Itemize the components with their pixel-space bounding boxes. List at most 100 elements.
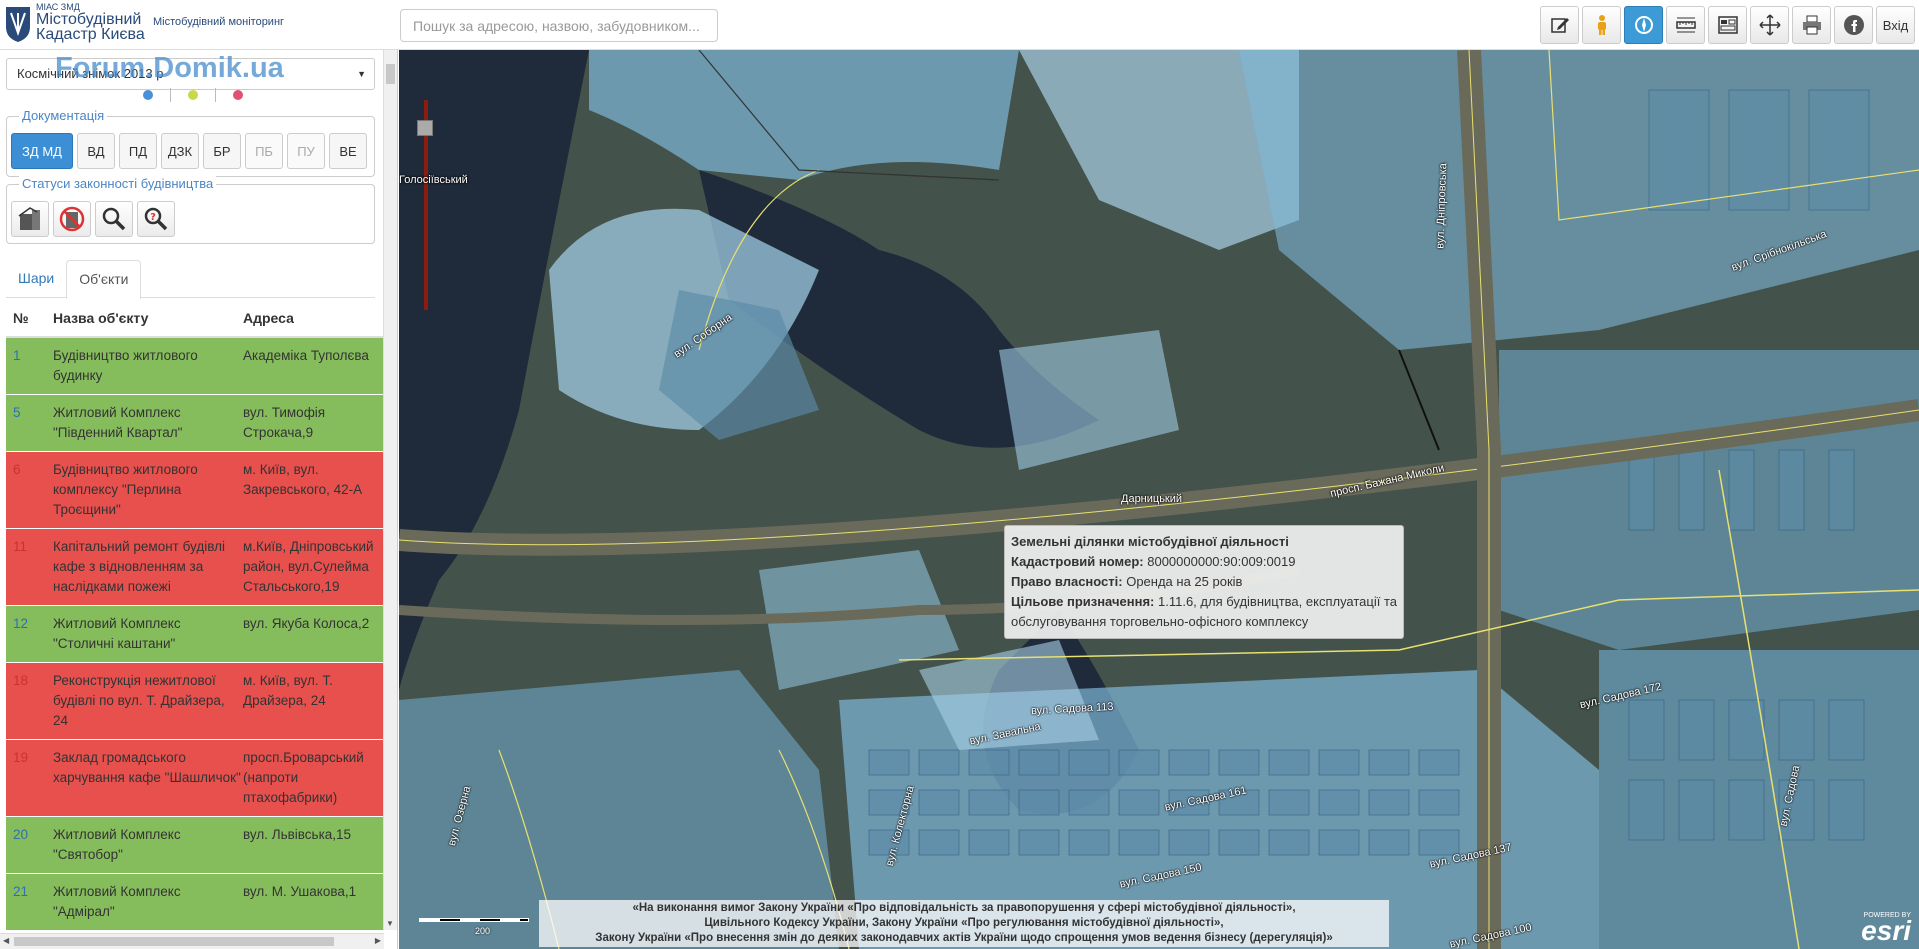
- scrollbar-thumb[interactable]: [386, 64, 395, 84]
- doc-button-pd[interactable]: ПД: [119, 133, 157, 169]
- doc-button-ve[interactable]: ВЕ: [329, 133, 367, 169]
- unknown-status-icon: ?: [144, 207, 168, 231]
- login-button[interactable]: Вхід: [1876, 6, 1915, 44]
- scale-bar-label: 200: [475, 926, 491, 936]
- row-name: Капітальний ремонт будівлі кафе з віднов…: [53, 539, 225, 594]
- row-num: 11: [13, 539, 28, 554]
- scroll-left-arrow-icon[interactable]: ◀: [3, 936, 9, 945]
- legal-notice-line: Закону України «Про внесення змін до дея…: [595, 932, 1333, 944]
- legality-status-group: Статуси законності будівництва ?: [6, 176, 375, 244]
- print-button[interactable]: [1792, 6, 1831, 44]
- ownership-label: Право власності:: [1011, 574, 1123, 589]
- measure-ruler-icon: [1675, 17, 1696, 33]
- purpose-label: Цільове призначення:: [1011, 594, 1155, 609]
- objects-table: № Назва об'єкту Адреса 1 Будівництво жит…: [6, 300, 384, 931]
- logo[interactable]: МІАС ЗМД Містобудівний Кадастр Києва: [4, 3, 145, 43]
- tab-objects[interactable]: Об'єкти: [66, 260, 142, 299]
- table-row[interactable]: 19 Заклад громадського харчування кафе "…: [6, 740, 384, 817]
- row-address: м.Київ, Дніпровський район, вул.Сулейма …: [243, 539, 374, 594]
- table-row[interactable]: 20 Житловий Комплекс "Святобор" вул. Льв…: [6, 817, 384, 874]
- table-row[interactable]: 5 Житловий Комплекс "Південний Квартал" …: [6, 395, 384, 452]
- navigate-button[interactable]: [1624, 6, 1663, 44]
- scroll-down-arrow-icon[interactable]: ▼: [386, 919, 394, 928]
- doc-button-br[interactable]: БР: [203, 133, 241, 169]
- row-address: Академіка Туполєва: [243, 348, 369, 363]
- table-row[interactable]: 12 Житловий Комплекс "Столичні каштани" …: [6, 606, 384, 663]
- doc-button-pb[interactable]: ПБ: [245, 133, 283, 169]
- district-label-holosiivskyi: Голосіївський: [399, 174, 468, 186]
- legality-status-legend: Статуси законності будівництва: [19, 176, 217, 191]
- scrollbar-thumb[interactable]: [14, 937, 334, 946]
- legal-notice-line: Цивільного Кодексу України, Закону Украї…: [704, 917, 1224, 929]
- row-address: вул. Львівська,15: [243, 827, 352, 842]
- zoom-slider-handle[interactable]: [417, 120, 433, 136]
- scroll-right-arrow-icon[interactable]: ▶: [375, 936, 381, 945]
- legal-building-icon: [18, 207, 40, 230]
- header-address: Адреса: [243, 310, 294, 326]
- row-address: м. Київ, вул. Т. Драйзера, 24: [243, 673, 333, 708]
- edit-button[interactable]: [1540, 6, 1579, 44]
- row-name: Житловий Комплекс "Столичні каштани": [53, 616, 181, 651]
- table-row[interactable]: 18 Реконструкція нежитлової будівлі по в…: [6, 663, 384, 740]
- cadastral-label: Кадастровий номер:: [1011, 554, 1144, 569]
- illegal-building-icon: [59, 206, 85, 232]
- compare-layers-button[interactable]: [1708, 6, 1747, 44]
- table-row[interactable]: 6 Будівництво житлового комплексу "Перли…: [6, 452, 384, 529]
- legal-notice-line: «На виконання вимог Закону України «Про …: [632, 902, 1296, 914]
- doc-button-pu[interactable]: ПУ: [287, 133, 325, 169]
- documentation-group: Документація ЗД МД ВД ПД ДЗК БР ПБ ПУ ВЕ: [6, 108, 375, 177]
- street-view-person-icon: [1597, 15, 1606, 35]
- row-address: просп.Броварський (напроти птахофабрики): [243, 750, 364, 805]
- cadastral-value: 8000000000:90:009:0019: [1147, 554, 1296, 569]
- doc-button-zd-md[interactable]: ЗД МД: [11, 133, 73, 169]
- legal-notice: «На виконання вимог Закону України «Про …: [539, 900, 1389, 947]
- logo-title-line2: Кадастр Києва: [36, 26, 145, 43]
- status-legal-button[interactable]: [11, 201, 49, 237]
- row-name: Будівництво житлового будинку: [53, 348, 198, 383]
- row-name: Реконструкція нежитлової будівлі по вул.…: [53, 673, 225, 728]
- status-unknown-button[interactable]: ?: [137, 201, 175, 237]
- row-num: 19: [13, 750, 29, 765]
- header: МІАС ЗМД Містобудівний Кадастр Києва Міс…: [0, 0, 1919, 50]
- documentation-legend: Документація: [19, 108, 108, 123]
- row-num: 18: [13, 673, 29, 688]
- sidebar-scrollbar[interactable]: ▼: [383, 50, 397, 930]
- row-address: вул. Якуба Колоса,2: [243, 616, 370, 631]
- esri-logo[interactable]: POWERED BY esri: [1861, 912, 1911, 945]
- monitoring-link[interactable]: Містобудівний моніторинг: [153, 16, 284, 28]
- street-view-button[interactable]: [1582, 6, 1621, 44]
- status-illegal-button[interactable]: [53, 201, 91, 237]
- sidebar-tabs: Шари Об'єкти: [6, 260, 375, 299]
- tab-layers[interactable]: Шари: [6, 260, 66, 297]
- edit-icon: [1550, 18, 1569, 33]
- doc-button-dzk[interactable]: ДЗК: [161, 133, 199, 169]
- row-num: 12: [13, 616, 29, 631]
- row-name: Заклад громадського харчування кафе "Шаш…: [53, 750, 241, 785]
- search-input[interactable]: [400, 9, 718, 42]
- status-inspection-button[interactable]: [95, 201, 133, 237]
- pan-button[interactable]: [1750, 6, 1789, 44]
- header-num: №: [13, 310, 29, 326]
- doc-button-vd[interactable]: ВД: [77, 133, 115, 169]
- measure-button[interactable]: [1666, 6, 1705, 44]
- compass-icon: [1634, 16, 1653, 34]
- header-name: Назва об'єкту: [53, 310, 149, 326]
- horizontal-scrollbar[interactable]: ◀ ▶: [0, 933, 384, 949]
- map-view[interactable]: Голосіївський Дарницький вул. Дніпровськ…: [399, 50, 1919, 949]
- indicator-dot-pink[interactable]: [233, 90, 243, 100]
- popup-title: Земельні ділянки містобудівної діяльност…: [1011, 534, 1289, 549]
- indicator-dot-blue[interactable]: [143, 90, 153, 100]
- ownership-value: Оренда на 25 років: [1126, 574, 1243, 589]
- row-name: Будівництво житлового комплексу "Перлина…: [53, 462, 198, 517]
- table-row[interactable]: 21 Житловий Комплекс "Адмірал" вул. М. У…: [6, 874, 384, 931]
- toolbar: Вхід: [1537, 6, 1915, 44]
- table-row[interactable]: 11 Капітальний ремонт будівлі кафе з від…: [6, 529, 384, 606]
- row-num: 5: [13, 405, 21, 420]
- indicator-dot-yellow[interactable]: [188, 90, 198, 100]
- watermark: Forum.Domik.ua: [55, 52, 284, 84]
- district-label-darnytskyi: Дарницький: [1121, 493, 1183, 505]
- table-row[interactable]: 1 Будівництво житлового будинку Академік…: [6, 338, 384, 395]
- crosshair-move-icon: [1758, 14, 1781, 36]
- svg-text:?: ?: [150, 212, 156, 223]
- facebook-button[interactable]: [1834, 6, 1873, 44]
